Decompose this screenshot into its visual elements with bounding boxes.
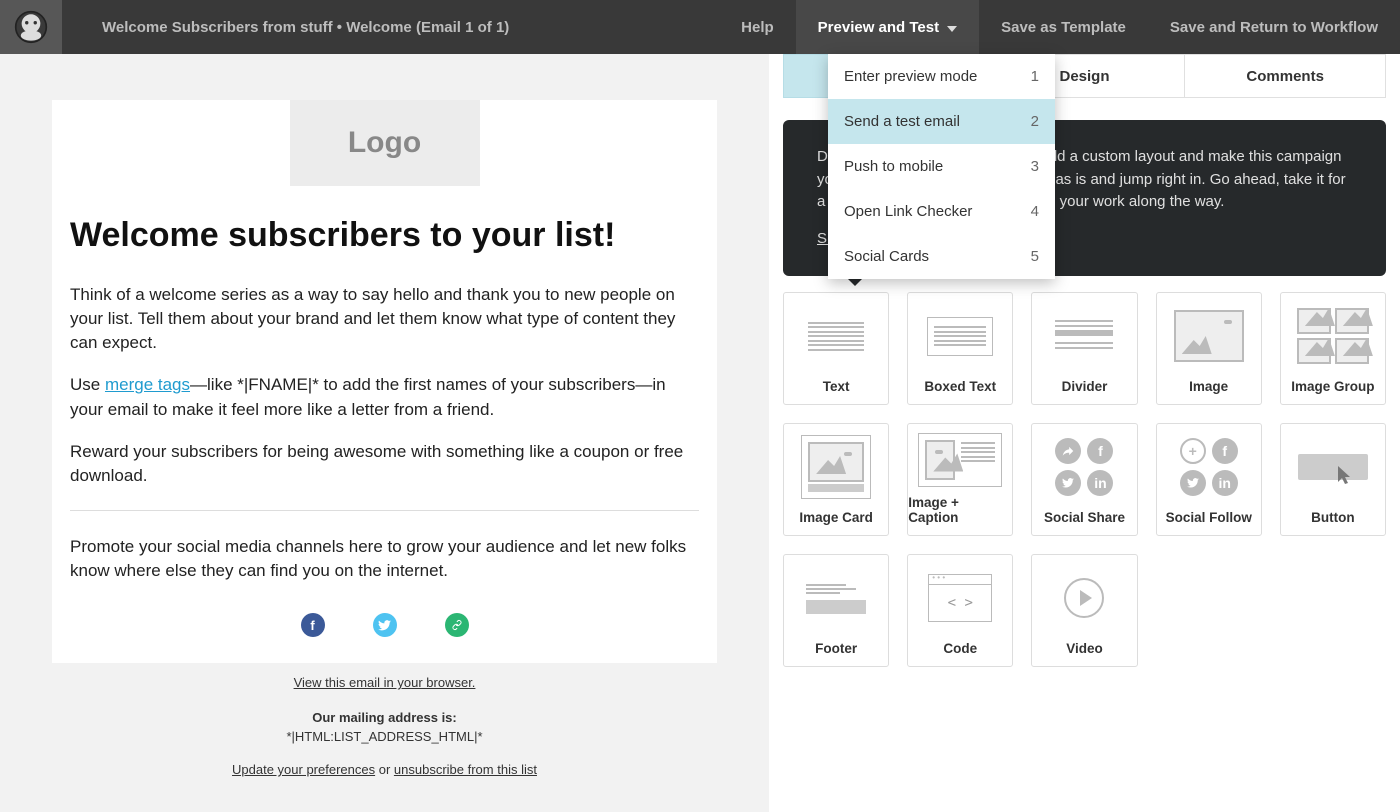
facebook-icon: f bbox=[1087, 438, 1113, 464]
block-video[interactable]: Video bbox=[1031, 554, 1137, 667]
block-label: Social Follow bbox=[1166, 510, 1252, 525]
twitter-icon bbox=[1055, 470, 1081, 496]
block-code[interactable]: < > Code bbox=[907, 554, 1013, 667]
chevron-down-icon bbox=[947, 19, 957, 36]
plus-icon: + bbox=[1180, 438, 1206, 464]
block-label: Divider bbox=[1062, 379, 1108, 394]
block-label: Button bbox=[1311, 510, 1354, 525]
merge-tags-link[interactable]: merge tags bbox=[105, 375, 190, 394]
dropdown-item-label: Open Link Checker bbox=[844, 203, 972, 220]
block-label: Video bbox=[1066, 641, 1103, 656]
dropdown-item-preview-mode[interactable]: Enter preview mode 1 bbox=[828, 54, 1055, 99]
twitter-icon[interactable] bbox=[373, 613, 397, 637]
linkedin-icon: in bbox=[1212, 470, 1238, 496]
block-footer[interactable]: Footer bbox=[783, 554, 889, 667]
linkedin-icon: in bbox=[1087, 470, 1113, 496]
block-label: Image Card bbox=[799, 510, 873, 525]
email-paragraph-1[interactable]: Think of a welcome series as a way to sa… bbox=[70, 283, 699, 355]
dropdown-item-label: Push to mobile bbox=[844, 158, 943, 175]
block-label: Footer bbox=[815, 641, 857, 656]
preview-test-dropdown: Enter preview mode 1 Send a test email 2… bbox=[828, 54, 1055, 279]
dropdown-item-label: Enter preview mode bbox=[844, 68, 977, 85]
email-paragraph-3[interactable]: Reward your subscribers for being awesom… bbox=[70, 440, 699, 488]
block-image-caption[interactable]: Image + Caption bbox=[907, 423, 1013, 536]
link-icon[interactable] bbox=[445, 613, 469, 637]
cursor-icon bbox=[1338, 466, 1354, 486]
page-title: Welcome Subscribers from stuff • Welcome… bbox=[102, 19, 509, 36]
dropdown-item-shortcut: 2 bbox=[1031, 113, 1039, 130]
dropdown-item-shortcut: 1 bbox=[1031, 68, 1039, 85]
block-image-card[interactable]: Image Card bbox=[783, 423, 889, 536]
facebook-icon: f bbox=[1212, 438, 1238, 464]
dropdown-item-link-checker[interactable]: Open Link Checker 4 bbox=[828, 189, 1055, 234]
block-label: Image bbox=[1189, 379, 1228, 394]
dropdown-item-label: Social Cards bbox=[844, 248, 929, 265]
block-label: Boxed Text bbox=[924, 379, 996, 394]
dropdown-item-label: Send a test email bbox=[844, 113, 960, 130]
block-label: Text bbox=[823, 379, 850, 394]
divider bbox=[70, 510, 699, 511]
preview-test-menu[interactable]: Preview and Test bbox=[796, 0, 979, 54]
block-label: Social Share bbox=[1044, 510, 1125, 525]
email-canvas[interactable]: Logo Welcome subscribers to your list! T… bbox=[0, 54, 769, 812]
twitter-icon bbox=[1180, 470, 1206, 496]
block-boxed-text[interactable]: Boxed Text bbox=[907, 292, 1013, 405]
email-paragraph-4[interactable]: Promote your social media channels here … bbox=[70, 535, 699, 583]
block-label: Code bbox=[943, 641, 977, 656]
content-blocks-grid: Text Boxed Text Divider Image Image Grou… bbox=[769, 292, 1400, 687]
email-paragraph-2[interactable]: Use merge tags—like *|FNAME|* to add the… bbox=[70, 373, 699, 421]
block-social-follow[interactable]: + f in Social Follow bbox=[1156, 423, 1262, 536]
logo-placeholder[interactable]: Logo bbox=[290, 100, 480, 186]
tab-comments[interactable]: Comments bbox=[1184, 54, 1386, 98]
dropdown-item-push-mobile[interactable]: Push to mobile 3 bbox=[828, 144, 1055, 189]
block-social-share[interactable]: f in Social Share bbox=[1031, 423, 1137, 536]
block-image[interactable]: Image bbox=[1156, 292, 1262, 405]
brand-logo[interactable] bbox=[0, 0, 62, 54]
block-label: Image Group bbox=[1291, 379, 1374, 394]
mailing-address-value: *|HTML:LIST_ADDRESS_HTML|* bbox=[34, 729, 735, 744]
update-preferences-link[interactable]: Update your preferences bbox=[232, 762, 375, 777]
text-fragment: Use bbox=[70, 375, 105, 394]
dropdown-item-social-cards[interactable]: Social Cards 5 bbox=[828, 234, 1055, 279]
mailing-address-label: Our mailing address is: bbox=[34, 710, 735, 725]
mailchimp-icon bbox=[14, 10, 48, 44]
dropdown-item-send-test[interactable]: Send a test email 2 bbox=[828, 99, 1055, 144]
facebook-icon[interactable]: f bbox=[301, 613, 325, 637]
view-in-browser-link[interactable]: View this email in your browser. bbox=[294, 675, 476, 690]
email-heading[interactable]: Welcome subscribers to your list! bbox=[70, 216, 699, 255]
preview-test-label: Preview and Test bbox=[818, 19, 939, 36]
email-card: Logo Welcome subscribers to your list! T… bbox=[52, 100, 717, 807]
block-label: Image + Caption bbox=[908, 495, 1012, 525]
email-footer[interactable]: View this email in your browser. Our mai… bbox=[34, 663, 735, 807]
block-divider[interactable]: Divider bbox=[1031, 292, 1137, 405]
unsubscribe-link[interactable]: unsubscribe from this list bbox=[394, 762, 537, 777]
dropdown-item-shortcut: 5 bbox=[1031, 248, 1039, 265]
block-image-group[interactable]: Image Group bbox=[1280, 292, 1386, 405]
block-text[interactable]: Text bbox=[783, 292, 889, 405]
social-row[interactable]: f bbox=[70, 601, 699, 663]
dropdown-item-shortcut: 3 bbox=[1031, 158, 1039, 175]
dropdown-item-shortcut: 4 bbox=[1031, 203, 1039, 220]
share-arrow-icon bbox=[1055, 438, 1081, 464]
save-return-link[interactable]: Save and Return to Workflow bbox=[1148, 0, 1400, 54]
top-actions: Help Preview and Test Save as Template S… bbox=[719, 0, 1400, 54]
block-button[interactable]: Button bbox=[1280, 423, 1386, 536]
save-template-link[interactable]: Save as Template bbox=[979, 0, 1148, 54]
text-fragment: or bbox=[375, 762, 394, 777]
top-bar: Welcome Subscribers from stuff • Welcome… bbox=[0, 0, 1400, 54]
help-link[interactable]: Help bbox=[719, 0, 796, 54]
